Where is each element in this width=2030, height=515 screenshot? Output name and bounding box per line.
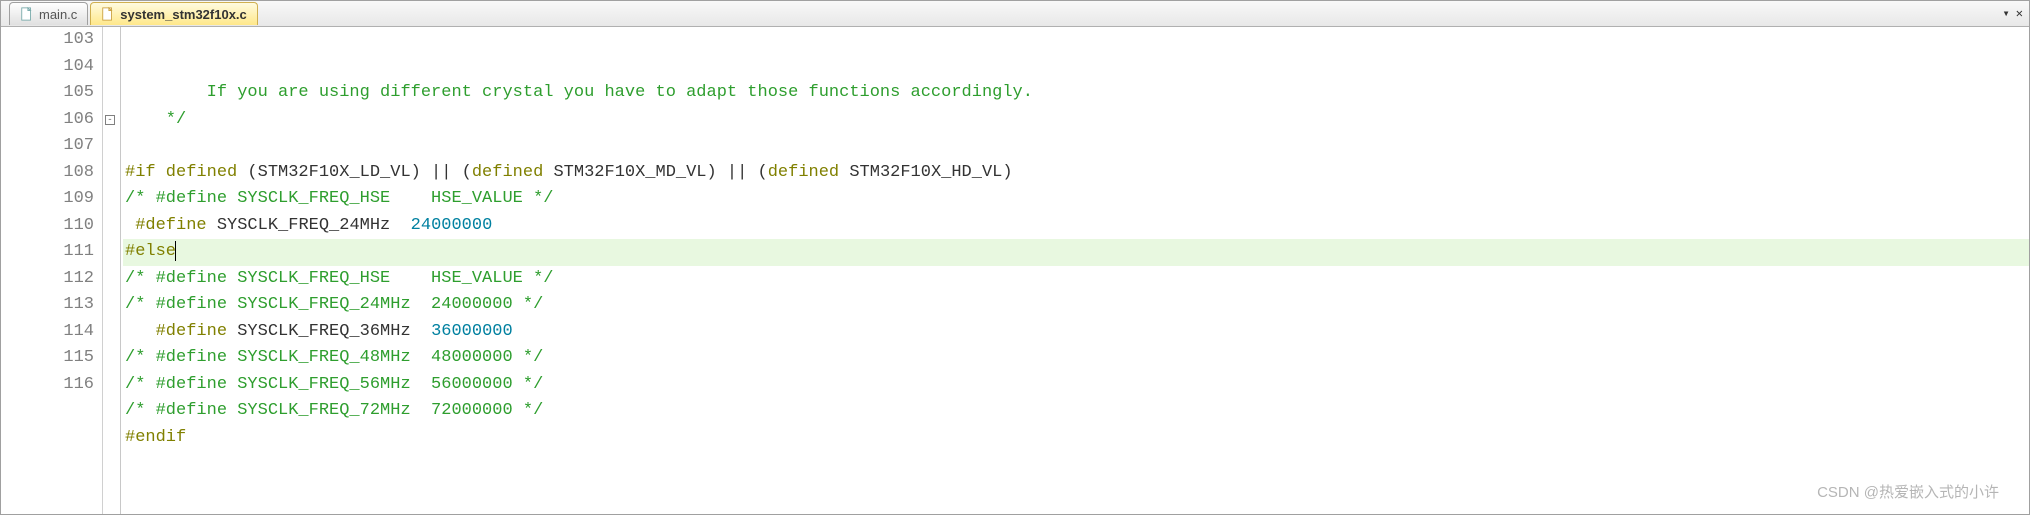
- editor-window: main.c system_stm32f10x.c ▾ ✕ 1031041051…: [0, 0, 2030, 515]
- fold-cell: [103, 160, 117, 187]
- line-number: 116: [1, 372, 94, 399]
- code-token: 36000000: [431, 322, 513, 341]
- line-number: 109: [1, 186, 94, 213]
- line-number-gutter: 1031041051061071081091101111121131141151…: [1, 27, 103, 514]
- code-line[interactable]: /* #define SYSCLK_FREQ_24MHz 24000000 */: [123, 292, 2029, 319]
- line-number: 112: [1, 266, 94, 293]
- fold-cell: [103, 345, 117, 372]
- code-line[interactable]: /* #define SYSCLK_FREQ_56MHz 56000000 */: [123, 372, 2029, 399]
- file-icon: [20, 7, 34, 21]
- tab-close-icon[interactable]: ✕: [2016, 6, 2023, 21]
- tab-system-stm32f10x-c[interactable]: system_stm32f10x.c: [90, 2, 257, 25]
- fold-cell: [103, 319, 117, 346]
- code-token: */: [125, 110, 186, 129]
- code-line[interactable]: #if defined (STM32F10X_LD_VL) || (define…: [123, 160, 2029, 187]
- code-token: defined: [768, 163, 839, 182]
- text-cursor: [175, 241, 176, 261]
- code-token: #if defined: [125, 163, 247, 182]
- fold-cell: [103, 292, 117, 319]
- code-token: 24000000: [411, 216, 493, 235]
- line-number: 111: [1, 239, 94, 266]
- code-token: (STM32F10X_LD_VL) || (: [247, 163, 471, 182]
- fold-cell: [103, 54, 117, 81]
- code-token: STM32F10X_MD_VL) || (: [543, 163, 767, 182]
- code-line[interactable]: If you are using different crystal you h…: [123, 80, 2029, 107]
- code-line[interactable]: */: [123, 107, 2029, 134]
- code-token: #define: [125, 322, 237, 341]
- code-line[interactable]: #endif: [123, 425, 2029, 452]
- line-number: 104: [1, 54, 94, 81]
- code-token: #define: [125, 216, 217, 235]
- code-line[interactable]: [123, 133, 2029, 160]
- code-line[interactable]: /* #define SYSCLK_FREQ_HSE HSE_VALUE */: [123, 266, 2029, 293]
- fold-cell: [103, 80, 117, 107]
- line-number: 108: [1, 160, 94, 187]
- fold-cell: [103, 372, 117, 399]
- code-token: /* #define SYSCLK_FREQ_48MHz 48000000 */: [125, 348, 543, 367]
- code-area: 1031041051061071081091101111121131141151…: [1, 27, 2029, 514]
- code-token: #endif: [125, 428, 186, 447]
- line-number: 103: [1, 27, 94, 54]
- line-number: 114: [1, 319, 94, 346]
- watermark: CSDN @热爱嵌入式的小许: [1817, 480, 1999, 507]
- code-token: /* #define SYSCLK_FREQ_56MHz 56000000 */: [125, 375, 543, 394]
- fold-cell: [103, 133, 117, 160]
- code-token: SYSCLK_FREQ_36MHz: [237, 322, 431, 341]
- code-line[interactable]: #else: [123, 239, 2029, 266]
- fold-column: -: [103, 27, 117, 514]
- fold-cell: [103, 186, 117, 213]
- file-icon: [101, 7, 115, 21]
- code-content[interactable]: If you are using different crystal you h…: [121, 27, 2029, 514]
- fold-cell: [103, 27, 117, 54]
- tab-label: main.c: [39, 7, 77, 22]
- line-number: 110: [1, 213, 94, 240]
- code-line[interactable]: #define SYSCLK_FREQ_24MHz 24000000: [123, 213, 2029, 240]
- code-line[interactable]: /* #define SYSCLK_FREQ_HSE HSE_VALUE */: [123, 186, 2029, 213]
- code-token: /* #define SYSCLK_FREQ_72MHz 72000000 */: [125, 401, 543, 420]
- tab-dropdown-icon[interactable]: ▾: [2003, 6, 2010, 21]
- line-number: 113: [1, 292, 94, 319]
- code-token: SYSCLK_FREQ_24MHz: [217, 216, 411, 235]
- tab-main-c[interactable]: main.c: [9, 2, 88, 25]
- code-line[interactable]: /* #define SYSCLK_FREQ_72MHz 72000000 */: [123, 398, 2029, 425]
- line-number: 115: [1, 345, 94, 372]
- code-token: STM32F10X_HD_VL): [839, 163, 1012, 182]
- fold-cell: [103, 213, 117, 240]
- code-token: If you are using different crystal you h…: [125, 83, 1033, 102]
- code-line[interactable]: /* #define SYSCLK_FREQ_48MHz 48000000 */: [123, 345, 2029, 372]
- code-token: #else: [125, 242, 176, 261]
- line-number: 105: [1, 80, 94, 107]
- code-token: /* #define SYSCLK_FREQ_HSE HSE_VALUE */: [125, 269, 553, 288]
- code-line[interactable]: #define SYSCLK_FREQ_36MHz 36000000: [123, 319, 2029, 346]
- fold-cell: [103, 266, 117, 293]
- tab-label: system_stm32f10x.c: [120, 7, 246, 22]
- fold-cell[interactable]: -: [103, 107, 117, 134]
- code-token: defined: [472, 163, 543, 182]
- line-number: 106: [1, 107, 94, 134]
- code-token: /* #define SYSCLK_FREQ_24MHz 24000000 */: [125, 295, 553, 314]
- fold-toggle-icon[interactable]: -: [105, 115, 115, 125]
- line-number: 107: [1, 133, 94, 160]
- code-token: /* #define SYSCLK_FREQ_HSE HSE_VALUE */: [125, 189, 553, 208]
- tab-bar: main.c system_stm32f10x.c ▾ ✕: [1, 1, 2029, 27]
- fold-cell: [103, 239, 117, 266]
